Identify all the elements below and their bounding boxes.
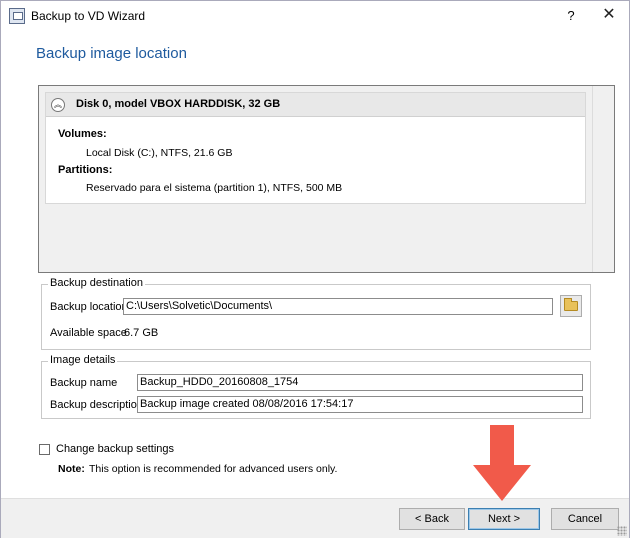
- backup-destination-label: Backup destination: [48, 277, 145, 289]
- volumes-label: Volumes:: [58, 128, 107, 140]
- disk-card: ︽ Disk 0, model VBOX HARDDISK, 32 GB Vol…: [45, 92, 586, 204]
- backup-location-label: Backup location: [50, 301, 128, 313]
- cancel-button[interactable]: Cancel: [551, 508, 619, 530]
- image-details-group: Image details Backup name Backup_HDD0_20…: [41, 354, 591, 419]
- page-heading: Backup image location: [36, 45, 187, 62]
- backup-location-input[interactable]: C:\Users\Solvetic\Documents\: [123, 298, 553, 315]
- window-title: Backup to VD Wizard: [31, 9, 146, 23]
- browse-button[interactable]: [560, 295, 582, 317]
- disk-panel: ︽ Disk 0, model VBOX HARDDISK, 32 GB Vol…: [38, 85, 615, 273]
- image-details-label: Image details: [48, 354, 118, 366]
- volume-item: Local Disk (C:), NTFS, 21.6 GB: [86, 147, 233, 159]
- disk-panel-scroll-area: [592, 86, 614, 272]
- backup-description-label: Backup description: [50, 399, 143, 411]
- backup-description-input[interactable]: Backup image created 08/08/2016 17:54:17: [137, 396, 583, 413]
- app-icon: [9, 8, 25, 24]
- red-arrow-icon: [473, 425, 531, 501]
- wizard-window: Backup to VD Wizard ? ✕ Backup image loc…: [0, 0, 630, 538]
- next-button[interactable]: Next >: [468, 508, 540, 530]
- backup-name-label: Backup name: [50, 377, 118, 389]
- back-button[interactable]: < Back: [399, 508, 465, 530]
- disk-header[interactable]: ︽ Disk 0, model VBOX HARDDISK, 32 GB: [46, 93, 585, 117]
- close-button[interactable]: ✕: [599, 5, 619, 25]
- change-settings-checkbox[interactable]: [39, 444, 50, 455]
- button-bar: < Back Next > Cancel: [1, 498, 629, 538]
- resize-grip-icon[interactable]: [617, 526, 627, 536]
- disk-title: Disk 0, model VBOX HARDDISK, 32 GB: [76, 98, 281, 110]
- backup-destination-group: Backup destination Backup location C:\Us…: [41, 277, 591, 350]
- backup-name-input[interactable]: Backup_HDD0_20160808_1754: [137, 374, 583, 391]
- red-arrow-shape: [473, 425, 531, 501]
- title-bar: Backup to VD Wizard ? ✕: [1, 1, 629, 31]
- collapse-icon[interactable]: ︽: [51, 98, 65, 112]
- help-button[interactable]: ?: [563, 6, 579, 26]
- folder-icon: [564, 298, 578, 311]
- note-text: This option is recommended for advanced …: [89, 463, 338, 475]
- change-settings-label[interactable]: Change backup settings: [56, 443, 174, 455]
- note-label: Note:: [58, 463, 85, 475]
- available-space-value: 6.7 GB: [124, 327, 159, 339]
- partition-item: Reservado para el sistema (partition 1),…: [86, 182, 343, 194]
- available-space-label: Available space: [50, 327, 127, 339]
- partitions-label: Partitions:: [58, 164, 113, 176]
